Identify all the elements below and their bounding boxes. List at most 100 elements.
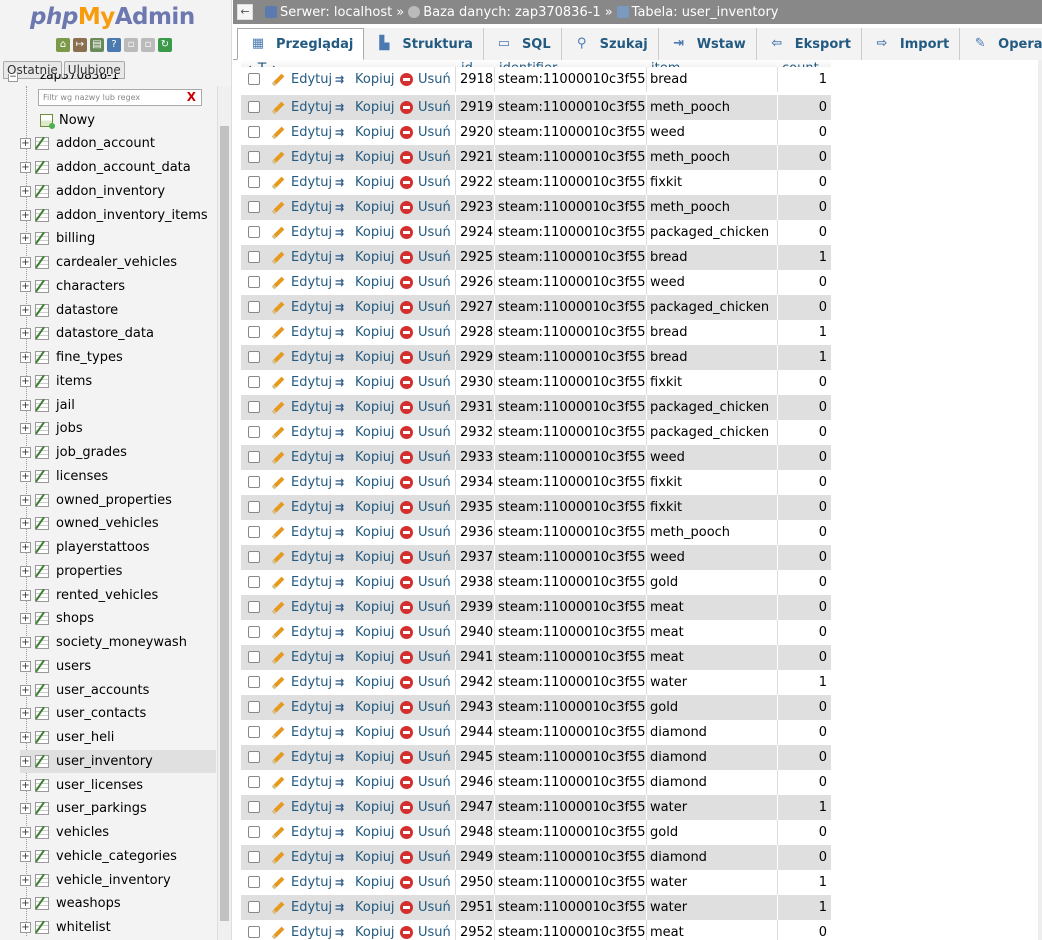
cell-identifier[interactable]: steam:11000010c3f5583 — [498, 320, 646, 345]
breadcrumb-table[interactable]: Tabela: user_inventory — [632, 5, 779, 20]
cell-item[interactable]: meth_pooch — [650, 95, 777, 120]
delete-button[interactable]: Usuń — [400, 720, 451, 745]
cell-id[interactable]: 2926 — [460, 270, 494, 295]
cell-count[interactable]: 0 — [781, 820, 827, 845]
row-checkbox[interactable] — [248, 801, 260, 813]
sidebar-table-item[interactable]: + user_licenses — [20, 773, 216, 797]
delete-button[interactable]: Usuń — [400, 620, 451, 645]
cell-id[interactable]: 2923 — [460, 195, 494, 220]
tab-operacje[interactable]: ✎ Operacje — [960, 28, 1042, 60]
edit-button[interactable]: Edytuj — [271, 145, 332, 170]
row-checkbox[interactable] — [248, 126, 260, 138]
row-checkbox[interactable] — [248, 73, 260, 85]
expand-icon[interactable]: + — [20, 399, 31, 411]
sidebar-table-item[interactable]: + society_moneywash — [20, 631, 216, 655]
cell-count[interactable]: 1 — [781, 795, 827, 820]
table-name[interactable]: users — [56, 659, 91, 674]
sidebar-table-item[interactable]: + licenses — [20, 465, 216, 489]
cell-item[interactable]: fixkit — [650, 495, 777, 520]
copy-button[interactable]: ⇉ Kopiuj — [335, 120, 395, 145]
sidebar-table-item[interactable]: + user_inventory — [20, 749, 216, 774]
expand-icon[interactable]: + — [20, 352, 31, 364]
table-name[interactable]: user_heli — [56, 730, 114, 745]
copy-button[interactable]: ⇉ Kopiuj — [335, 845, 395, 870]
cell-identifier[interactable]: steam:11000010c3f5583 — [498, 195, 646, 220]
breadcrumb-server[interactable]: Serwer: localhost — [280, 5, 392, 20]
delete-button[interactable]: Usuń — [400, 820, 451, 845]
cell-count[interactable]: 0 — [781, 570, 827, 595]
docs-icon[interactable]: ▫ — [124, 38, 138, 52]
delete-button[interactable]: Usuń — [400, 245, 451, 270]
table-name[interactable]: vehicle_inventory — [56, 873, 171, 888]
copy-button[interactable]: ⇉ Kopiuj — [335, 195, 395, 220]
table-name[interactable]: addon_account — [56, 136, 155, 151]
cell-count[interactable]: 0 — [781, 495, 827, 520]
tab-import[interactable]: ⇨ Import — [861, 28, 961, 60]
delete-button[interactable]: Usuń — [400, 420, 451, 445]
edit-button[interactable]: Edytuj — [271, 270, 332, 295]
expand-icon[interactable]: + — [20, 922, 31, 934]
sidebar-table-item[interactable]: + characters — [20, 275, 216, 299]
copy-button[interactable]: ⇉ Kopiuj — [335, 645, 395, 670]
row-checkbox[interactable] — [248, 276, 260, 288]
row-checkbox[interactable] — [248, 351, 260, 363]
row-checkbox[interactable] — [248, 176, 260, 188]
expand-icon[interactable]: + — [20, 470, 31, 482]
row-checkbox[interactable] — [248, 451, 260, 463]
cell-item[interactable]: water — [650, 670, 777, 695]
copy-button[interactable]: ⇉ Kopiuj — [335, 620, 395, 645]
delete-button[interactable]: Usuń — [400, 870, 451, 895]
cell-identifier[interactable]: steam:11000010c3f5583 — [498, 695, 646, 720]
delete-button[interactable]: Usuń — [400, 470, 451, 495]
cell-count[interactable]: 0 — [781, 445, 827, 470]
cell-item[interactable]: weed — [650, 545, 777, 570]
table-icon[interactable] — [35, 256, 49, 270]
delete-button[interactable]: Usuń — [400, 67, 451, 92]
database-node[interactable]: − zap370836-1 — [4, 74, 212, 86]
row-checkbox[interactable] — [248, 576, 260, 588]
cell-item[interactable]: fixkit — [650, 370, 777, 395]
cell-identifier[interactable]: steam:11000010c3f5583 — [498, 420, 646, 445]
edit-button[interactable]: Edytuj — [271, 920, 332, 940]
cell-count[interactable]: 0 — [781, 370, 827, 395]
expand-icon[interactable]: + — [20, 447, 31, 459]
cell-id[interactable]: 2934 — [460, 470, 494, 495]
page-scrollbar[interactable] — [1038, 60, 1042, 940]
table-icon[interactable] — [35, 184, 49, 198]
table-icon[interactable] — [35, 659, 49, 673]
cell-identifier[interactable]: steam:11000010c3f5583 — [498, 67, 646, 92]
cell-count[interactable]: 1 — [781, 320, 827, 345]
table-icon[interactable] — [35, 137, 49, 151]
cell-count[interactable]: 0 — [781, 620, 827, 645]
cell-count[interactable]: 0 — [781, 145, 827, 170]
delete-button[interactable]: Usuń — [400, 595, 451, 620]
row-checkbox[interactable] — [248, 501, 260, 513]
cell-item[interactable]: fixkit — [650, 470, 777, 495]
delete-button[interactable]: Usuń — [400, 920, 451, 940]
delete-button[interactable]: Usuń — [400, 845, 451, 870]
table-icon[interactable] — [35, 446, 49, 460]
cell-identifier[interactable]: steam:11000010c3f5583 — [498, 120, 646, 145]
cell-identifier[interactable]: steam:11000010c3f5583 — [498, 295, 646, 320]
expand-icon[interactable]: + — [20, 542, 31, 554]
cell-identifier[interactable]: steam:11000010c3f5583 — [498, 395, 646, 420]
delete-button[interactable]: Usuń — [400, 520, 451, 545]
table-icon[interactable] — [35, 873, 49, 887]
expand-icon[interactable]: + — [20, 138, 31, 150]
delete-button[interactable]: Usuń — [400, 95, 451, 120]
cell-identifier[interactable]: steam:11000010c3f5583 — [498, 245, 646, 270]
edit-button[interactable]: Edytuj — [271, 220, 332, 245]
cell-item[interactable]: packaged_chicken — [650, 220, 777, 245]
cell-item[interactable]: diamond — [650, 770, 777, 795]
row-checkbox[interactable] — [248, 201, 260, 213]
cell-id[interactable]: 2951 — [460, 895, 494, 920]
cell-item[interactable]: packaged_chicken — [650, 420, 777, 445]
cell-id[interactable]: 2930 — [460, 370, 494, 395]
copy-button[interactable]: ⇉ Kopiuj — [335, 395, 395, 420]
table-name[interactable]: vehicles — [56, 825, 109, 840]
expand-icon[interactable]: + — [20, 850, 31, 862]
copy-button[interactable]: ⇉ Kopiuj — [335, 520, 395, 545]
copy-button[interactable]: ⇉ Kopiuj — [335, 470, 395, 495]
expand-icon[interactable]: + — [20, 280, 31, 292]
cell-id[interactable]: 2952 — [460, 920, 494, 940]
